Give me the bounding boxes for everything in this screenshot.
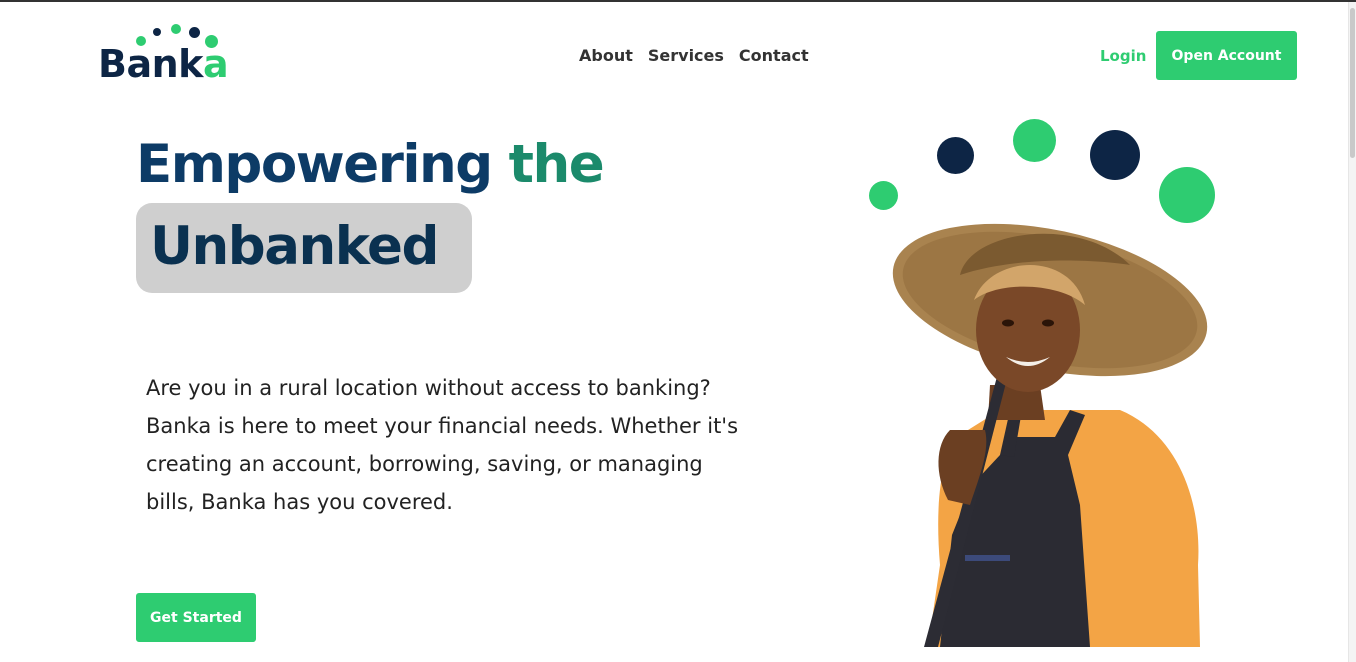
scrollbar[interactable] <box>1348 2 1356 662</box>
hero-description-line: creating an account, borrowing, saving, … <box>146 452 703 476</box>
decor-circle <box>1013 119 1056 162</box>
decor-circle <box>1090 130 1140 180</box>
nav-contact[interactable]: Contact <box>739 46 809 65</box>
scrollbar-thumb[interactable] <box>1350 8 1355 158</box>
logo-dot <box>153 28 161 36</box>
decor-circle <box>937 137 974 174</box>
logo-dot <box>189 27 200 38</box>
open-account-button[interactable]: Open Account <box>1156 31 1297 80</box>
logo-dot <box>171 24 181 34</box>
hero-description-line: Banka is here to meet your financial nee… <box>146 414 739 438</box>
hero-description-line: bills, Banka has you covered. <box>146 490 453 514</box>
hero-person-image <box>892 223 1208 647</box>
hero-title-word: Empowering <box>136 134 493 195</box>
hero-description: Are you in a rural location without acce… <box>146 369 786 521</box>
hero-title: Empowering the <box>136 134 605 195</box>
hero-title-highlight: Unbanked <box>150 216 439 277</box>
hero-title-word: the <box>508 134 605 195</box>
brand-logo[interactable]: Banka <box>98 22 229 86</box>
nav-about[interactable]: About <box>579 46 633 65</box>
logo-wordmark: Banka <box>98 42 229 86</box>
hero-description-line: Are you in a rural location without acce… <box>146 376 711 400</box>
login-link[interactable]: Login <box>1100 47 1146 65</box>
main-nav: About Services Contact <box>579 46 809 65</box>
nav-services[interactable]: Services <box>648 46 724 65</box>
window-top-border <box>0 0 1356 2</box>
get-started-button[interactable]: Get Started <box>136 593 256 642</box>
